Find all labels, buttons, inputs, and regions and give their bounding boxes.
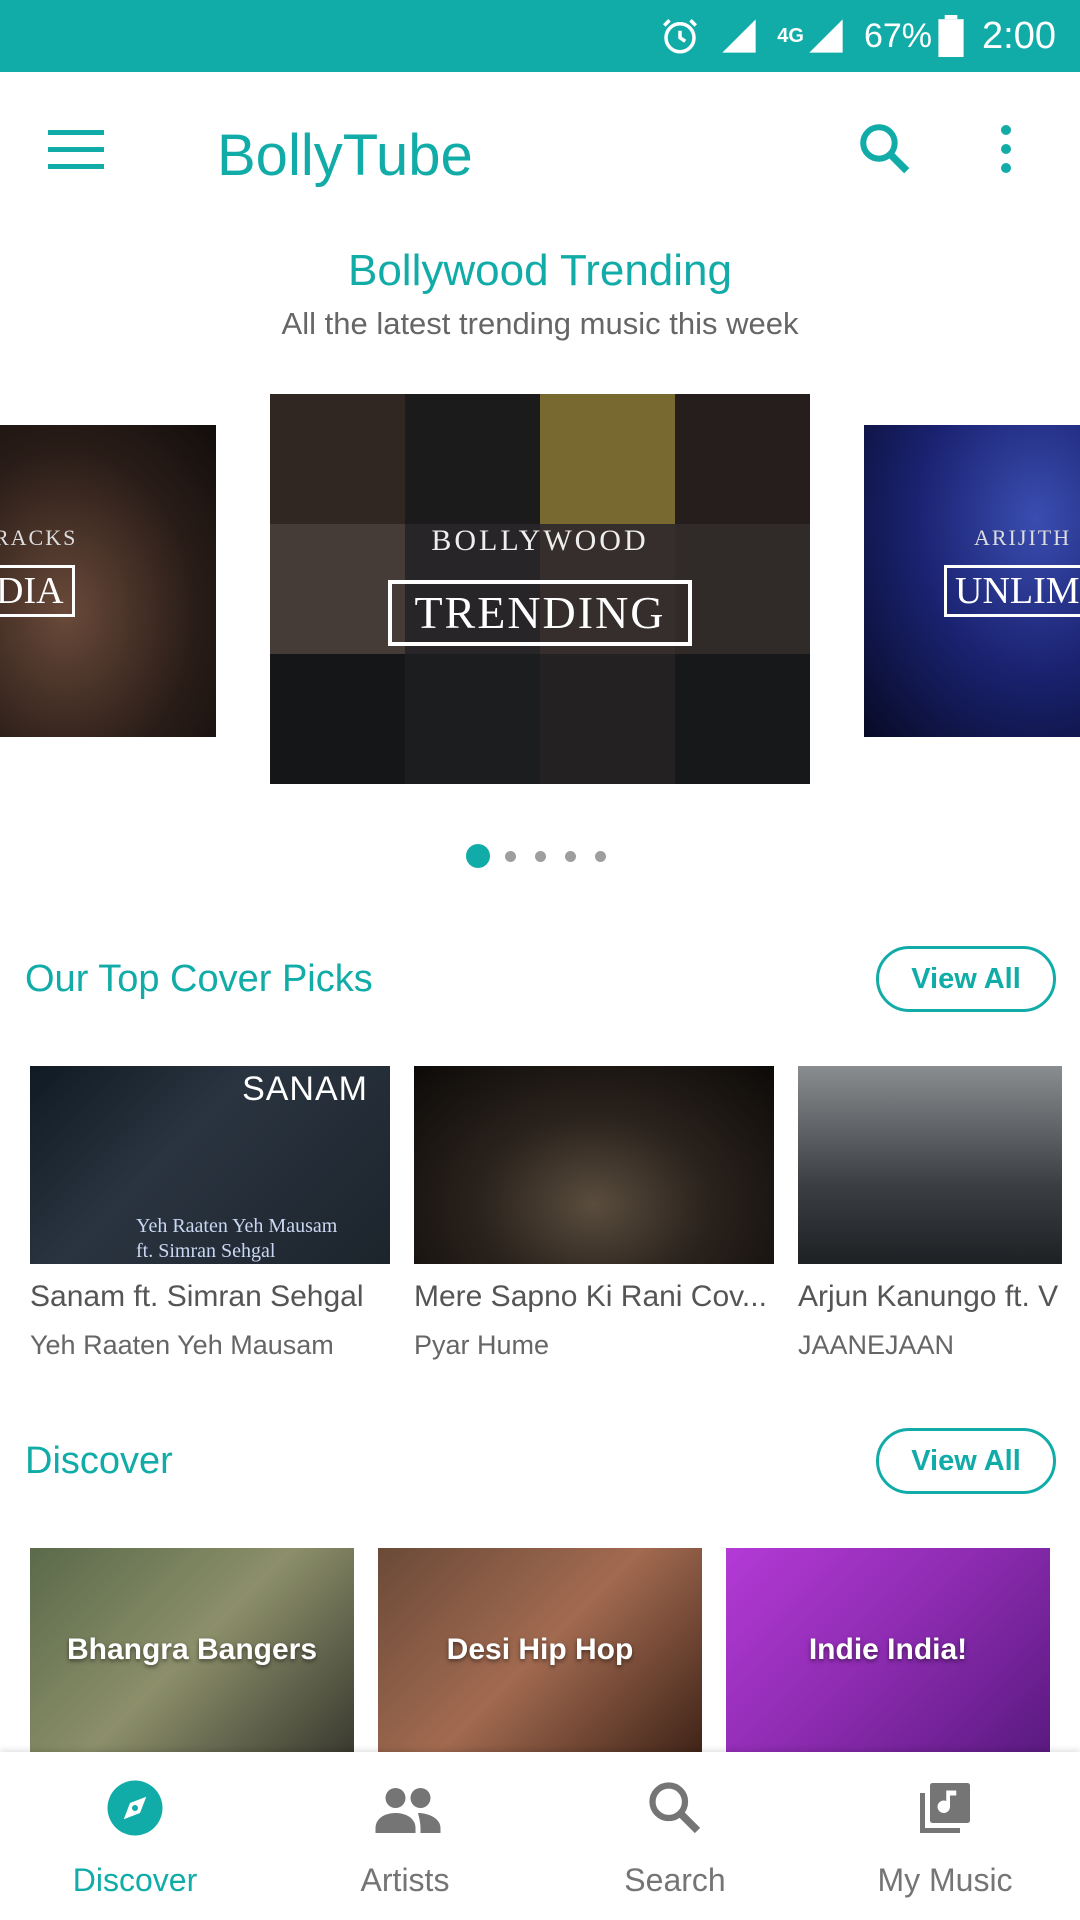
app-title: BollyTube: [217, 123, 473, 188]
thumbnail-caption-line: ft. Simran Sehgal: [136, 1240, 276, 1262]
cover-thumbnail: [798, 1066, 1062, 1264]
bottom-navigation: Discover Artists Search My Music: [0, 1752, 1080, 1920]
discover-card[interactable]: Bhangra Bangers: [30, 1548, 354, 1752]
nav-label: Artists: [360, 1862, 450, 1898]
search-icon: [645, 1778, 705, 1838]
page-dot[interactable]: [535, 850, 546, 862]
compass-icon: [105, 1778, 165, 1838]
carousel-slide-next[interactable]: ARIJITH UNLIM: [864, 425, 1080, 737]
cover-title: Mere Sapno Ki Rani Cov...: [414, 1280, 767, 1313]
page-dot[interactable]: [466, 844, 490, 868]
nav-artists[interactable]: Artists: [270, 1752, 540, 1920]
discover-card[interactable]: Indie India!: [726, 1548, 1050, 1752]
status-time: 2:00: [982, 14, 1056, 57]
thumbnail-caption: Yeh Raaten Yeh Mausam ft. Simran Sehgal: [136, 1214, 337, 1264]
people-icon: [375, 1778, 441, 1838]
cover-title: Arjun Kanungo ft. V: [798, 1280, 1059, 1313]
trending-subtitle: All the latest trending music this week: [281, 306, 799, 341]
trending-title: Bollywood Trending: [347, 246, 732, 295]
discover-card-label: Desi Hip Hop: [446, 1633, 634, 1666]
nav-search[interactable]: Search: [540, 1752, 810, 1920]
menu-icon[interactable]: [48, 128, 120, 188]
screen: 4G 67% 2:00 BollyTube Bollywood Trending…: [0, 0, 1080, 1920]
discover-card-label: Bhangra Bangers: [66, 1633, 318, 1666]
nav-discover[interactable]: Discover: [0, 1752, 270, 1920]
slide-top-text: RACKS: [0, 525, 78, 550]
signal-icon: [719, 16, 759, 56]
cover-thumbnail: [414, 1066, 774, 1264]
alarm-icon: [659, 15, 701, 57]
slide-big-text: DIA: [0, 565, 75, 617]
cover-picks-view-all-button[interactable]: View All: [876, 946, 1056, 1012]
nav-label: My Music: [877, 1862, 1013, 1898]
discover-title: Discover: [25, 1440, 173, 1482]
music-library-icon: [915, 1778, 975, 1838]
cover-card[interactable]: Mere Sapno Ki Rani Cov... Pyar Hume: [414, 1066, 774, 1361]
page-dot[interactable]: [595, 850, 606, 862]
cover-card[interactable]: Arjun Kanungo ft. V JAANEJAAN: [798, 1066, 1080, 1361]
cover-thumbnail: SANAM Yeh Raaten Yeh Mausam ft. Simran S…: [30, 1066, 390, 1264]
thumbnail-logo-text: SANAM: [242, 1070, 368, 1108]
slide-big-text: TRENDING: [388, 580, 692, 646]
discover-card[interactable]: Desi Hip Hop: [378, 1548, 702, 1752]
slide-top-text: ARIJITH: [974, 525, 1072, 550]
discover-view-all-button[interactable]: View All: [876, 1428, 1056, 1494]
network-label: 4G: [777, 24, 804, 47]
battery-icon: [938, 15, 964, 57]
discover-card-label: Indie India!: [808, 1633, 968, 1666]
cover-subtitle: Yeh Raaten Yeh Mausam: [30, 1330, 334, 1360]
search-icon[interactable]: [856, 120, 926, 190]
page-dot[interactable]: [505, 850, 516, 862]
carousel-slide-previous[interactable]: RACKS DIA: [0, 425, 216, 737]
cover-subtitle: JAANEJAAN: [798, 1330, 955, 1360]
page-dot[interactable]: [565, 850, 576, 862]
lte-signal-icon: 4G: [777, 16, 846, 56]
thumbnail-caption-line: Yeh Raaten Yeh Mausam: [136, 1215, 338, 1237]
battery-percent: 67%: [863, 16, 933, 55]
nav-label: Discover: [72, 1862, 198, 1898]
cover-title: Sanam ft. Simran Sehgal: [30, 1280, 364, 1313]
cover-subtitle: Pyar Hume: [414, 1330, 550, 1360]
cover-picks-title: Our Top Cover Picks: [25, 958, 373, 1000]
carousel-page-indicator: [466, 843, 625, 869]
carousel-slide-active[interactable]: BOLLYWOOD TRENDING: [270, 394, 810, 784]
slide-big-text: UNLIM: [944, 565, 1080, 617]
status-bar: 4G 67% 2:00: [0, 0, 1080, 72]
nav-my-music[interactable]: My Music: [810, 1752, 1080, 1920]
more-vert-icon[interactable]: [994, 124, 1034, 188]
app-bar: BollyTube: [0, 72, 1080, 240]
nav-label: Search: [624, 1862, 726, 1898]
slide-top-text: BOLLYWOOD: [431, 524, 649, 557]
cover-card[interactable]: SANAM Yeh Raaten Yeh Mausam ft. Simran S…: [30, 1066, 390, 1361]
